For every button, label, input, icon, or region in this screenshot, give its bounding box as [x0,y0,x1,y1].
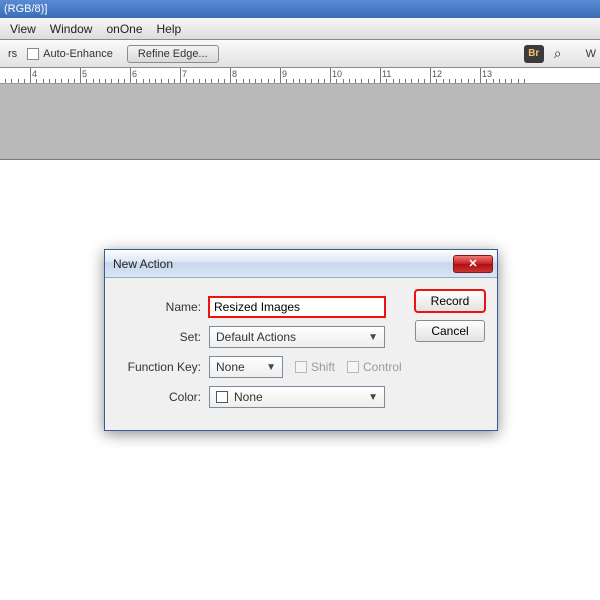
ruler-number: 7 [182,69,187,79]
canvas-area [0,84,600,160]
ruler-number: 6 [132,69,137,79]
shift-checkbox [295,361,307,373]
close-icon: ✕ [468,257,477,270]
cancel-button[interactable]: Cancel [415,320,485,342]
menu-view[interactable]: View [10,22,36,36]
name-input[interactable] [209,297,385,317]
shift-label: Shift [311,360,335,374]
close-button[interactable]: ✕ [453,255,493,273]
search-icon[interactable]: ⌕ [554,45,562,62]
menu-help[interactable]: Help [157,22,182,36]
ruler-number: 4 [32,69,37,79]
record-button[interactable]: Record [415,290,485,312]
chevron-down-icon: ▼ [368,332,378,343]
row-color: Color: None ▼ [117,382,485,412]
ruler-number: 5 [82,69,87,79]
row-function-key: Function Key: None ▼ Shift Control [117,352,485,382]
app-titlebar: (RGB/8)] [0,0,600,18]
function-key-value: None [216,360,245,374]
ruler-number: 10 [332,69,342,79]
set-value: Default Actions [216,330,296,344]
auto-enhance-label: Auto-Enhance [43,48,113,60]
option-rs: rs [8,48,17,60]
set-dropdown[interactable]: Default Actions ▼ [209,326,385,348]
function-key-dropdown[interactable]: None ▼ [209,356,283,378]
control-checkbox [347,361,359,373]
bridge-icon[interactable]: Br [524,45,544,63]
new-action-dialog: New Action ✕ Name: Set: Default Actions … [104,249,498,431]
refine-edge-button[interactable]: Refine Edge... [127,45,219,63]
menu-window[interactable]: Window [50,22,93,36]
color-swatch-icon [216,391,228,403]
horizontal-ruler: 345678910111213 [0,68,600,84]
dialog-titlebar[interactable]: New Action ✕ [105,250,497,278]
name-label: Name: [117,300,209,314]
control-label: Control [363,360,402,374]
width-label: W [586,48,596,60]
color-label: Color: [117,390,209,404]
chevron-down-icon: ▼ [368,392,378,403]
dialog-title: New Action [113,257,453,271]
menu-bar: View Window onOne Help [0,18,600,40]
ruler-number: 11 [382,69,391,79]
color-value: None [234,390,263,404]
function-key-label: Function Key: [117,360,209,374]
ruler-number: 12 [432,69,442,79]
dialog-buttons: Record Cancel [415,290,485,342]
auto-enhance-option[interactable]: Auto-Enhance [27,48,113,60]
checkbox-icon [27,48,39,60]
set-label: Set: [117,330,209,344]
ruler-number: 9 [282,69,287,79]
color-dropdown[interactable]: None ▼ [209,386,385,408]
options-bar: rs Auto-Enhance Refine Edge... Br ⌕ W [0,40,600,68]
menu-onone[interactable]: onOne [106,22,142,36]
ruler-number: 13 [482,69,492,79]
ruler-number: 8 [232,69,237,79]
chevron-down-icon: ▼ [266,362,276,373]
